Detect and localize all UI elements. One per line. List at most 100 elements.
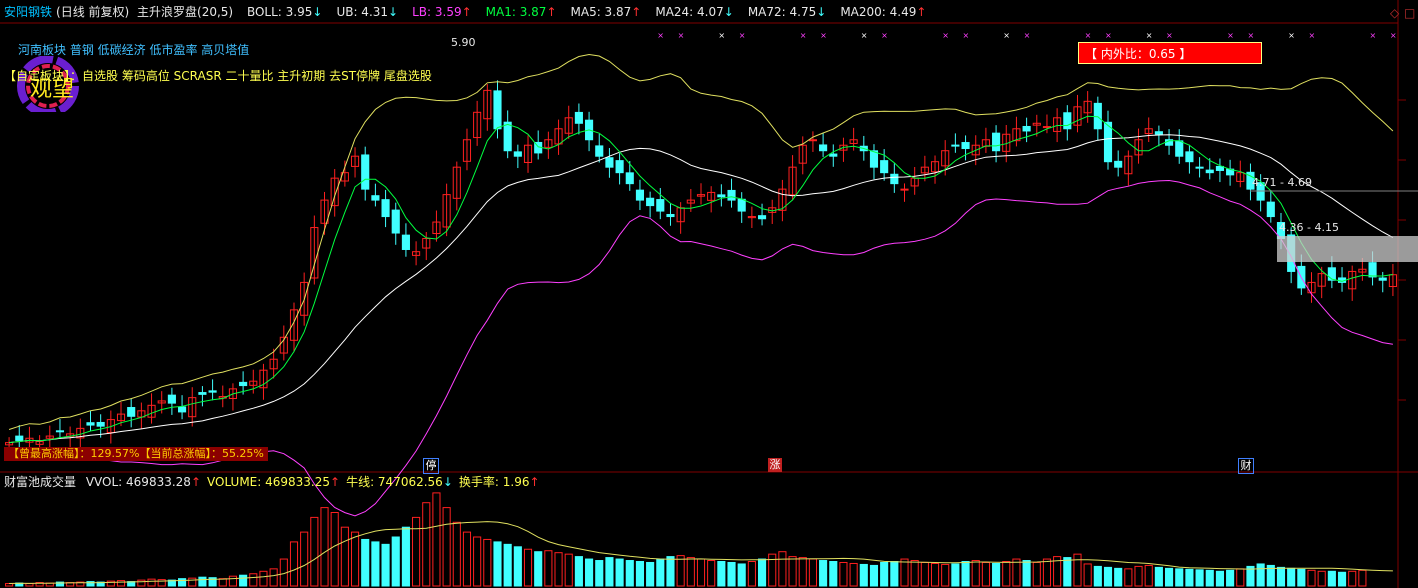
volume-bar-64 — [656, 558, 665, 587]
volume-bar-18 — [188, 577, 197, 587]
volume-bar-35 — [361, 538, 370, 587]
candle-body-56 — [574, 111, 583, 124]
volume-bar-67 — [686, 557, 695, 587]
indicator-value-2: LB: 3.59↑ — [412, 5, 472, 19]
candle-body-20 — [208, 390, 217, 393]
volume-bar-84 — [859, 563, 868, 587]
volume-bar-39 — [401, 526, 410, 587]
candle-body-23 — [239, 381, 248, 387]
candle-body-35 — [361, 154, 370, 190]
volume-bar-110 — [1124, 568, 1133, 587]
volume-value-arrow-1: ↑ — [330, 475, 341, 489]
candle-body-59 — [605, 157, 614, 168]
custom-sectors: 【自定板块】：自选股 筹码高位 SCRASR 二十量比 主升初期 去ST停牌 尾… — [4, 69, 432, 83]
volume-bar-131 — [1337, 571, 1347, 587]
volume-bar-43 — [442, 507, 451, 587]
volume-bar-114 — [1164, 567, 1174, 587]
volume-bar-99 — [1012, 558, 1021, 587]
indicator-value-arrow-4: ↑ — [631, 5, 642, 19]
signal-mark-128: × — [1309, 31, 1316, 40]
candle-body-48 — [493, 90, 502, 130]
candle-body-134 — [1368, 262, 1377, 278]
indicator-value-arrow-7: ↑ — [916, 5, 927, 19]
candle-body-81 — [829, 153, 838, 157]
volume-bar-93 — [951, 563, 960, 587]
candle-body-72 — [737, 198, 746, 212]
volume-bar-45 — [462, 531, 472, 587]
volume-bar-30 — [310, 516, 319, 587]
volume-avg-line — [9, 521, 1393, 584]
candle-body-74 — [757, 215, 767, 220]
volume-bar-32 — [330, 512, 339, 587]
volume-bar-25 — [259, 570, 268, 587]
volume-bar-108 — [1103, 566, 1113, 587]
volume-bar-13 — [137, 579, 146, 587]
signal-mark-136: × — [1390, 31, 1397, 40]
indicator-value-3: MA1: 3.87↑ — [485, 5, 557, 19]
indicator-value-arrow-2: ↑ — [461, 5, 472, 19]
indicator-header: 安阳钢铁 (日线 前复权) 主升浪罗盘(20,5) BOLL: 3.95↓ UB: … — [4, 5, 938, 19]
range-label-2: 4.36 - 4.15 — [1279, 221, 1339, 234]
volume-bar-121 — [1236, 568, 1245, 587]
volume-bar-90 — [920, 561, 929, 587]
volume-bar-94 — [961, 561, 970, 587]
candle-body-97 — [992, 132, 1001, 152]
candle-body-61 — [625, 172, 634, 185]
volume-bar-118 — [1205, 569, 1214, 587]
volume-bar-22 — [228, 575, 238, 587]
event-marker-limit-up[interactable]: 涨 — [768, 458, 782, 472]
window-restore-icon[interactable]: ◇ — [1390, 6, 1399, 20]
candle-body-64 — [656, 199, 665, 212]
volume-bar-63 — [646, 561, 655, 587]
volume-bar-51 — [523, 548, 533, 587]
window-close-icon[interactable]: □ — [1404, 6, 1415, 20]
sector-tags: 河南板块 普钢 低碳经济 低市盈率 高贝塔值 — [18, 43, 250, 57]
volume-bar-77 — [788, 556, 797, 587]
volume-bar-79 — [808, 558, 817, 587]
candle-body-58 — [595, 145, 604, 157]
volume-bar-100 — [1022, 560, 1031, 587]
volume-bar-46 — [473, 536, 482, 587]
signal-mark-80: × — [820, 31, 827, 40]
candle-body-50 — [513, 151, 522, 157]
volume-bar-105 — [1073, 553, 1082, 587]
candle-body-8 — [86, 422, 95, 426]
candle-body-87 — [890, 173, 899, 185]
volume-bar-17 — [178, 578, 187, 587]
volume-bar-85 — [869, 564, 879, 587]
volume-bar-11 — [116, 580, 126, 587]
signal-mark-84: × — [861, 31, 868, 40]
candle-body-102 — [1042, 126, 1052, 129]
volume-bar-98 — [1002, 561, 1011, 587]
volume-bar-109 — [1114, 567, 1123, 587]
volume-bar-48 — [493, 541, 502, 587]
event-marker-finance[interactable]: 财 — [1238, 458, 1254, 474]
event-marker-halt[interactable]: 停 — [423, 458, 439, 474]
volume-bar-82 — [839, 561, 848, 587]
indicator-value-arrow-5: ↓ — [723, 5, 734, 19]
candle-body-62 — [635, 189, 645, 201]
range-label-1: 4.71 - 4.69 — [1252, 176, 1312, 189]
candle-body-117 — [1195, 166, 1204, 169]
signal-mark-94: × — [963, 31, 970, 40]
volume-value-arrow-0: ↑ — [190, 475, 201, 489]
price-range-box — [1277, 236, 1418, 262]
signal-mark-78: × — [800, 31, 807, 40]
indicator-value-arrow-3: ↑ — [546, 5, 557, 19]
volume-bar-127 — [1297, 568, 1306, 587]
signal-mark-112: × — [1146, 31, 1153, 40]
volume-bar-92 — [941, 563, 950, 587]
volume-bar-28 — [289, 541, 299, 587]
volume-bar-106 — [1083, 563, 1092, 587]
candle-body-118 — [1205, 169, 1214, 174]
volume-bar-83 — [849, 562, 858, 587]
signal-mark-114: × — [1166, 31, 1173, 40]
volume-value-arrow-3: ↑ — [529, 475, 540, 489]
volume-header: 财富池成交量 VVOL: 469833.28↑ VOLUME: 469833.25… — [4, 475, 540, 489]
candle-body-38 — [391, 209, 400, 234]
volume-bar-128 — [1307, 569, 1316, 587]
volume-bar-14 — [147, 578, 156, 587]
volume-bar-119 — [1215, 570, 1224, 587]
volume-values: VVOL: 469833.28↑ VOLUME: 469833.25↑ 牛线: 74… — [80, 475, 540, 489]
stock-name[interactable]: 安阳钢铁 — [4, 5, 52, 19]
